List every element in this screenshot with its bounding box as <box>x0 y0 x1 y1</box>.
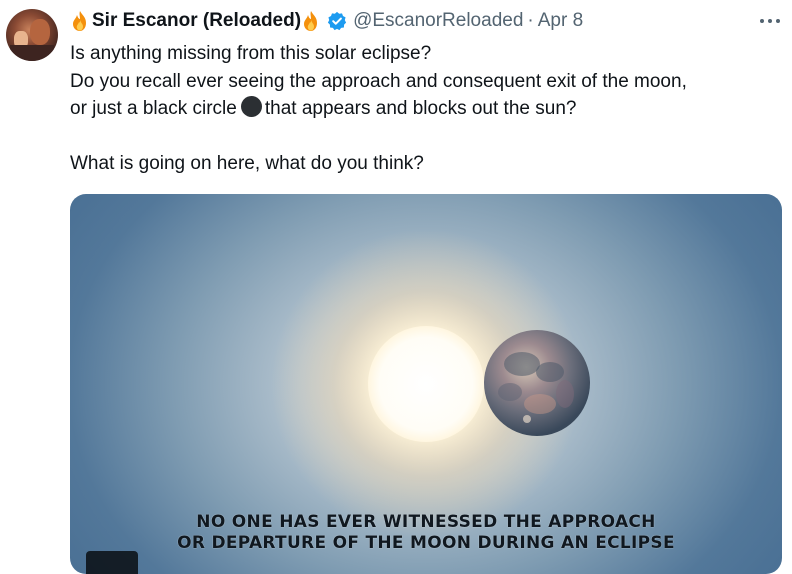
avatar[interactable] <box>6 9 58 61</box>
display-name[interactable]: Sir Escanor (Reloaded) <box>92 10 301 32</box>
separator: · <box>527 10 534 31</box>
tweet-text-fragment: or just a black circle <box>70 98 237 119</box>
tweet-text-line: What is going on here, what do you think… <box>70 152 424 174</box>
tweet-text-line: or just a black circle that appears and b… <box>70 95 785 123</box>
caption-line: OR DEPARTURE OF THE MOON DURING AN ECLIP… <box>177 533 675 553</box>
tweet-text-line: Do you recall ever seeing the approach a… <box>70 70 687 92</box>
tweet-header: Sir Escanor (Reloaded) @EscanorReloaded … <box>70 9 583 33</box>
tweet-text: Is anything missing from this solar ecli… <box>70 40 785 177</box>
media-image[interactable]: NO ONE HAS EVER WITNESSED THE APPROACH O… <box>70 194 782 574</box>
caption-line: NO ONE HAS EVER WITNESSED THE APPROACH <box>196 512 656 532</box>
fire-icon <box>301 10 321 32</box>
more-button[interactable] <box>755 10 785 32</box>
black-circle-emoji <box>240 96 262 117</box>
media-badge[interactable] <box>86 551 138 574</box>
tweet-text-line: Is anything missing from this solar ecli… <box>70 43 432 64</box>
sun <box>368 326 484 442</box>
timestamp[interactable]: Apr 8 <box>538 10 583 32</box>
more-dots-icon <box>760 19 780 23</box>
verified-badge-icon[interactable] <box>327 11 347 31</box>
fire-icon <box>70 10 90 32</box>
image-caption: NO ONE HAS EVER WITNESSED THE APPROACH O… <box>70 512 782 554</box>
handle[interactable]: @EscanorReloaded <box>353 10 523 32</box>
moon <box>484 330 590 436</box>
tweet[interactable]: Sir Escanor (Reloaded) @EscanorReloaded … <box>0 0 792 574</box>
tweet-text-fragment: that appears and blocks out the sun? <box>264 98 577 119</box>
